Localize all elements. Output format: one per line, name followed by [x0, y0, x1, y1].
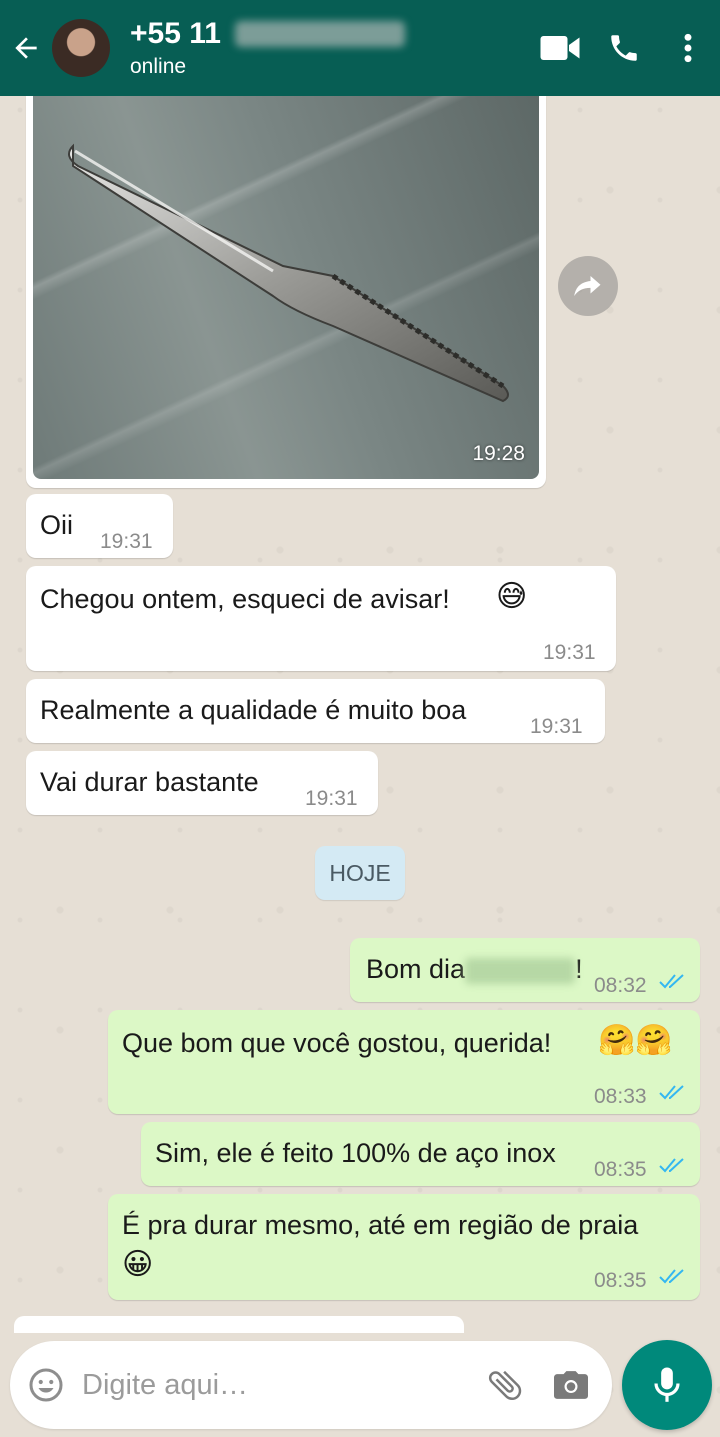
outgoing-message[interactable]: Que bom que você gostou, querida! 🤗🤗 08:… [108, 1010, 700, 1114]
incoming-message[interactable]: Vai durar bastante 19:31 [26, 751, 378, 815]
contact-avatar[interactable] [52, 19, 110, 77]
incoming-message[interactable]: Realmente a qualidade é muito boa 19:31 [26, 679, 605, 743]
message-text: É pra durar mesmo, até em região de prai… [122, 1210, 639, 1240]
back-arrow-icon [15, 37, 37, 59]
incoming-message[interactable]: Oii 19:31 [26, 494, 173, 558]
message-text: Sim, ele é feito 100% de aço inox [155, 1138, 556, 1168]
phone-icon [611, 35, 637, 61]
contact-info[interactable]: +55 11 online [130, 17, 528, 79]
double-check-icon [659, 1085, 684, 1100]
video-call-icon [540, 36, 580, 60]
double-check-icon [659, 1269, 684, 1284]
double-check-icon [659, 974, 684, 989]
redacted-number [234, 21, 405, 47]
message-compose-bar [10, 1341, 612, 1429]
message-list[interactable]: 19:28 Oii 19:31 Chegou ontem, esqueci de… [0, 96, 720, 1333]
image-message[interactable]: 19:28 [26, 96, 546, 488]
back-button[interactable] [0, 0, 52, 96]
message-time: 08:32 [594, 974, 647, 997]
grinning-face-emoji: 😀 [122, 1247, 154, 1282]
more-vert-icon [684, 33, 692, 63]
message-input[interactable] [82, 1355, 472, 1415]
message-text: Chegou ontem, esqueci de avisar! [40, 584, 450, 614]
emoji-button[interactable] [10, 1341, 82, 1429]
attach-icon [488, 1370, 522, 1401]
video-call-button[interactable] [528, 0, 592, 96]
chat-header: +55 11 online [0, 0, 720, 96]
message-time: 19:31 [100, 530, 153, 553]
message-time: 08:35 [594, 1158, 647, 1181]
message-time: 08:33 [594, 1085, 647, 1108]
knife-image [68, 143, 509, 403]
hugging-face-emoji: 🤗🤗 [598, 1023, 673, 1058]
camera-icon [554, 1371, 588, 1399]
message-text: Vai durar bastante [40, 767, 259, 797]
contact-status: online [130, 55, 187, 78]
voice-message-button[interactable] [622, 1340, 712, 1430]
message-time: 19:31 [305, 787, 358, 810]
double-check-icon [659, 1158, 684, 1173]
incoming-message[interactable]: Chegou ontem, esqueci de avisar! 😅 19:31 [26, 566, 616, 671]
partial-incoming-message[interactable] [14, 1316, 464, 1333]
message-time: 19:31 [543, 641, 596, 664]
message-text: Realmente a qualidade é muito boa [40, 695, 467, 725]
camera-button[interactable] [538, 1341, 604, 1429]
more-options-button[interactable] [656, 0, 720, 96]
message-text-row: Bom dia! [366, 952, 583, 986]
attach-button[interactable] [472, 1341, 538, 1429]
forward-button[interactable] [558, 256, 618, 316]
message-time: 08:35 [594, 1269, 647, 1292]
date-divider: HOJE [315, 846, 405, 900]
voice-call-button[interactable] [592, 0, 656, 96]
contact-name: +55 11 [130, 17, 221, 50]
message-time: 19:28 [472, 442, 525, 465]
outgoing-message[interactable]: Bom dia! 08:32 [350, 938, 700, 1002]
outgoing-message[interactable]: Sim, ele é feito 100% de aço inox 08:35 [141, 1122, 700, 1186]
message-time: 19:31 [530, 715, 583, 738]
emoji-icon [29, 1368, 63, 1402]
contact-name-row: +55 11 [130, 17, 528, 51]
message-text-suffix: ! [575, 954, 583, 984]
sweat-smile-emoji: 😅 [496, 579, 528, 614]
message-text: Que bom que você gostou, querida! [122, 1028, 552, 1058]
outgoing-message[interactable]: É pra durar mesmo, até em região de prai… [108, 1194, 700, 1300]
message-text: Bom dia [366, 954, 466, 984]
redacted-name [465, 957, 576, 984]
forward-icon [574, 276, 601, 296]
message-text: Oii [40, 510, 73, 540]
message-photo[interactable]: 19:28 [33, 96, 539, 479]
mic-icon [654, 1367, 680, 1402]
